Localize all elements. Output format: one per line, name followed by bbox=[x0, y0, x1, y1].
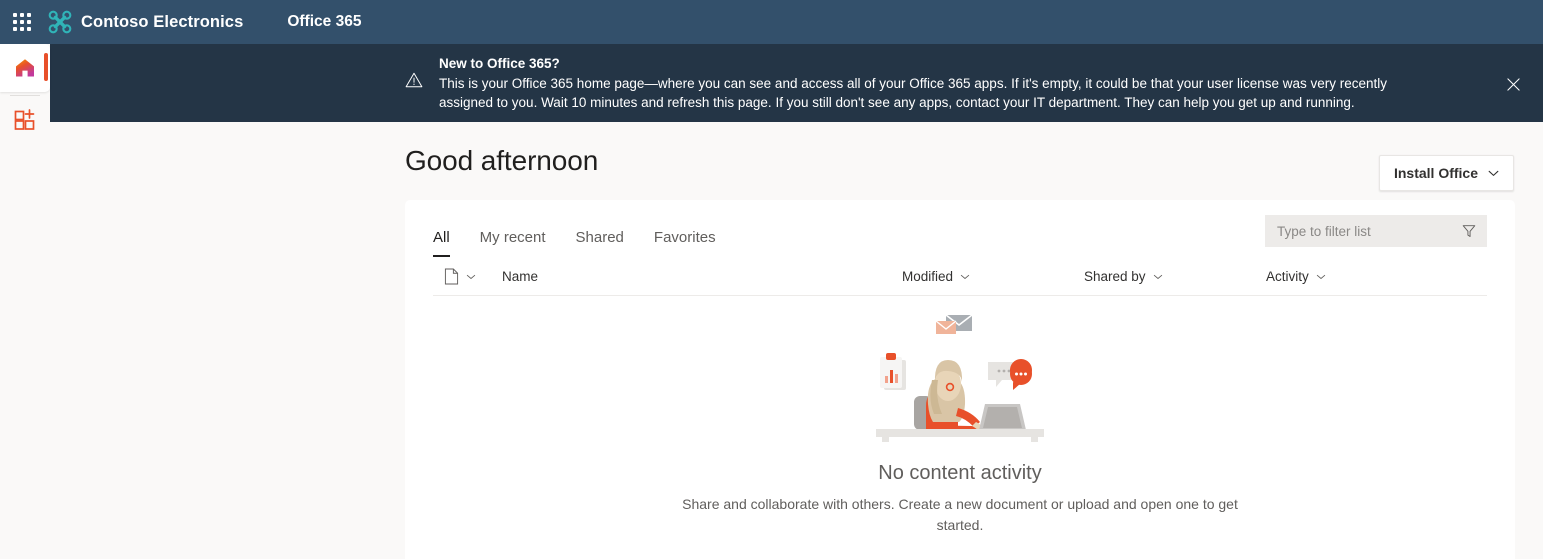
banner-body: This is your Office 365 home page—where … bbox=[439, 76, 1388, 110]
warning-icon bbox=[405, 72, 423, 88]
page-title: Good afternoon bbox=[405, 145, 599, 176]
rail-item-create-new[interactable] bbox=[0, 96, 50, 144]
tab-my-recent-label: My recent bbox=[479, 229, 546, 246]
contoso-logo-icon bbox=[48, 10, 72, 34]
table-header-row: Name Modified Shared by Activity bbox=[433, 258, 1487, 296]
info-banner: New to Office 365? This is your Office 3… bbox=[50, 44, 1543, 122]
create-new-icon bbox=[14, 109, 35, 130]
chevron-down-icon bbox=[960, 274, 970, 279]
home-active-indicator bbox=[44, 53, 48, 81]
brand-link[interactable]: Contoso Electronics bbox=[44, 10, 243, 34]
column-header-shared-by[interactable]: Shared by bbox=[1084, 269, 1266, 284]
column-header-activity[interactable]: Activity bbox=[1266, 269, 1406, 284]
office365-home-page: Contoso Electronics Office 365 New to Of… bbox=[0, 0, 1543, 559]
empty-state-title: No content activity bbox=[878, 462, 1042, 484]
tab-shared-label: Shared bbox=[575, 229, 624, 246]
waffle-icon bbox=[13, 13, 31, 31]
app-rail bbox=[0, 44, 50, 559]
banner-text-block: New to Office 365? This is your Office 3… bbox=[439, 54, 1439, 112]
filter-list-box[interactable] bbox=[1265, 215, 1487, 247]
column-header-shared-by-label: Shared by bbox=[1084, 269, 1146, 284]
home-icon bbox=[16, 59, 34, 77]
tab-my-recent[interactable]: My recent bbox=[480, 229, 546, 258]
close-icon bbox=[1506, 77, 1520, 91]
tab-all[interactable]: All bbox=[433, 229, 450, 258]
banner-close-button[interactable] bbox=[1497, 68, 1529, 100]
document-icon bbox=[444, 268, 459, 285]
content-card: All My recent Shared Favorites Type to f… bbox=[405, 200, 1515, 559]
column-header-name[interactable]: Name bbox=[502, 269, 902, 284]
brand-name: Contoso Electronics bbox=[81, 12, 244, 31]
install-office-button[interactable]: Install Office bbox=[1378, 155, 1514, 191]
rail-item-home[interactable] bbox=[0, 44, 50, 92]
column-header-doctype[interactable] bbox=[444, 268, 502, 285]
tab-favorites-label: Favorites bbox=[653, 229, 716, 246]
banner-title: New to Office 365? bbox=[439, 56, 560, 71]
empty-state: No content activity Share and collaborat… bbox=[405, 296, 1515, 536]
column-header-name-label: Name bbox=[502, 269, 539, 284]
chevron-down-icon bbox=[1488, 170, 1499, 176]
filter-icon bbox=[1462, 225, 1476, 237]
app-launcher-button[interactable] bbox=[0, 0, 44, 44]
tab-bar: All My recent Shared Favorites bbox=[405, 200, 1515, 258]
column-header-modified-label: Modified bbox=[902, 269, 954, 284]
chevron-down-icon bbox=[466, 274, 476, 279]
greeting-row: Good afternoon Install Office bbox=[50, 122, 1543, 200]
main-content: Good afternoon Install Office All My rec… bbox=[50, 122, 1543, 559]
tab-favorites[interactable]: Favorites bbox=[654, 229, 716, 258]
no-content-illustration bbox=[876, 314, 1044, 442]
column-header-activity-label: Activity bbox=[1266, 269, 1309, 284]
app-name-office365[interactable]: Office 365 bbox=[287, 13, 361, 31]
chevron-down-icon bbox=[1153, 274, 1162, 279]
filter-list-input[interactable] bbox=[1277, 223, 1461, 239]
empty-state-subtitle: Share and collaborate with others. Creat… bbox=[682, 496, 1238, 533]
tab-all-label: All bbox=[433, 229, 450, 246]
tab-shared[interactable]: Shared bbox=[576, 229, 624, 258]
suite-header: Contoso Electronics Office 365 bbox=[0, 0, 1543, 44]
install-office-label: Install Office bbox=[1393, 165, 1478, 181]
chevron-down-icon bbox=[1316, 274, 1325, 279]
column-header-modified[interactable]: Modified bbox=[902, 269, 1084, 284]
